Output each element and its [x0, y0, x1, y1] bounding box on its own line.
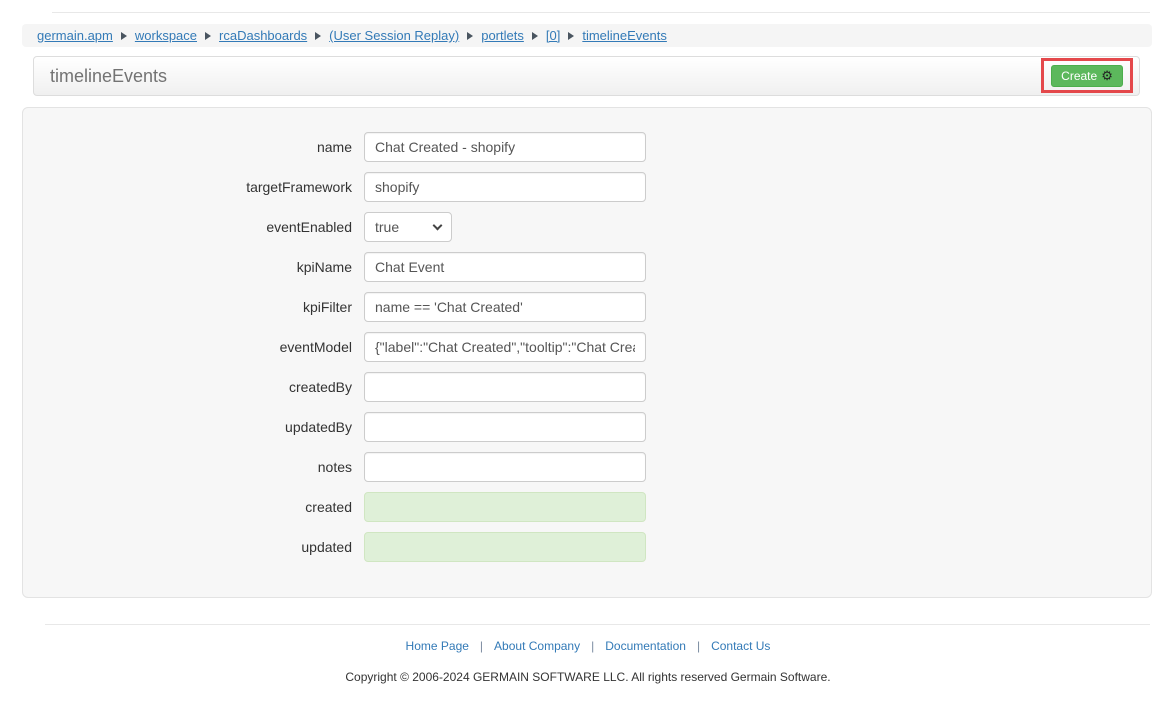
footer-link[interactable]: Contact Us [711, 639, 770, 653]
form-row: created [23, 492, 1151, 522]
form-row: eventModel [23, 332, 1151, 362]
footer-link-separator: | [480, 639, 483, 653]
breadcrumb-link[interactable]: portlets [481, 28, 524, 43]
footer-links: Home Page | About Company | Documentation | Co… [0, 639, 1176, 653]
chevron-right-icon [568, 32, 574, 40]
form-row: kpiFilter [23, 292, 1151, 322]
breadcrumb-link[interactable]: rcaDashboards [219, 28, 307, 43]
breadcrumb: germain.apm workspace rcaDashboards (User S… [22, 24, 1152, 47]
field-input-createdBy[interactable] [364, 372, 646, 402]
chevron-right-icon [121, 32, 127, 40]
field-label-created: created [23, 499, 364, 515]
footer-link[interactable]: About Company [494, 639, 580, 653]
form-row: updatedBy [23, 412, 1151, 442]
field-label-kpiName: kpiName [23, 259, 364, 275]
breadcrumb-link[interactable]: (User Session Replay) [329, 28, 459, 43]
chevron-right-icon [532, 32, 538, 40]
field-input-notes[interactable] [364, 452, 646, 482]
field-label-targetFramework: targetFramework [23, 179, 364, 195]
footer-link[interactable]: Home Page [406, 639, 469, 653]
field-label-eventModel: eventModel [23, 339, 364, 355]
form-row: targetFramework [23, 172, 1151, 202]
form-row: name [23, 132, 1151, 162]
field-label-name: name [23, 139, 364, 155]
footer-link-separator: | [697, 639, 700, 653]
field-input-kpiName[interactable] [364, 252, 646, 282]
breadcrumb-link[interactable]: [0] [546, 28, 560, 43]
field-input-kpiFilter[interactable] [364, 292, 646, 322]
field-input-name[interactable] [364, 132, 646, 162]
page-header-panel: timelineEvents Create ⚙ [33, 56, 1140, 96]
field-input-updatedBy[interactable] [364, 412, 646, 442]
footer-divider [45, 624, 1150, 625]
form-row: updated [23, 532, 1151, 562]
select-value: true [375, 219, 399, 235]
top-divider [52, 12, 1150, 13]
field-label-createdBy: createdBy [23, 379, 364, 395]
form-row: eventEnabled true [23, 212, 1151, 242]
field-input-eventModel[interactable] [364, 332, 646, 362]
form-row: notes [23, 452, 1151, 482]
chevron-right-icon [467, 32, 473, 40]
field-label-kpiFilter: kpiFilter [23, 299, 364, 315]
chevron-right-icon [205, 32, 211, 40]
gear-icon: ⚙ [1101, 69, 1113, 82]
form-row: kpiName [23, 252, 1151, 282]
copyright-text: Copyright © 2006-2024 GERMAIN SOFTWARE L… [0, 670, 1176, 684]
field-input-updated [364, 532, 646, 562]
field-select-eventEnabled[interactable]: true [364, 212, 452, 242]
breadcrumb-link[interactable]: germain.apm [37, 28, 113, 43]
create-button[interactable]: Create ⚙ [1051, 65, 1123, 87]
field-label-eventEnabled: eventEnabled [23, 219, 364, 235]
footer-link-separator: | [591, 639, 594, 653]
field-label-updated: updated [23, 539, 364, 555]
page-title: timelineEvents [34, 66, 167, 87]
timeline-events-form: name targetFramework eventEnabled true kpiNa… [22, 107, 1152, 598]
highlight-annotation-box: Create ⚙ [1041, 58, 1133, 93]
field-label-notes: notes [23, 459, 364, 475]
form-row: createdBy [23, 372, 1151, 402]
chevron-right-icon [315, 32, 321, 40]
breadcrumb-link[interactable]: workspace [135, 28, 197, 43]
field-input-targetFramework[interactable] [364, 172, 646, 202]
breadcrumb-link[interactable]: timelineEvents [582, 28, 667, 43]
field-input-created [364, 492, 646, 522]
create-button-label: Create [1061, 69, 1097, 83]
footer-link[interactable]: Documentation [605, 639, 686, 653]
field-label-updatedBy: updatedBy [23, 419, 364, 435]
chevron-down-icon [433, 220, 443, 230]
